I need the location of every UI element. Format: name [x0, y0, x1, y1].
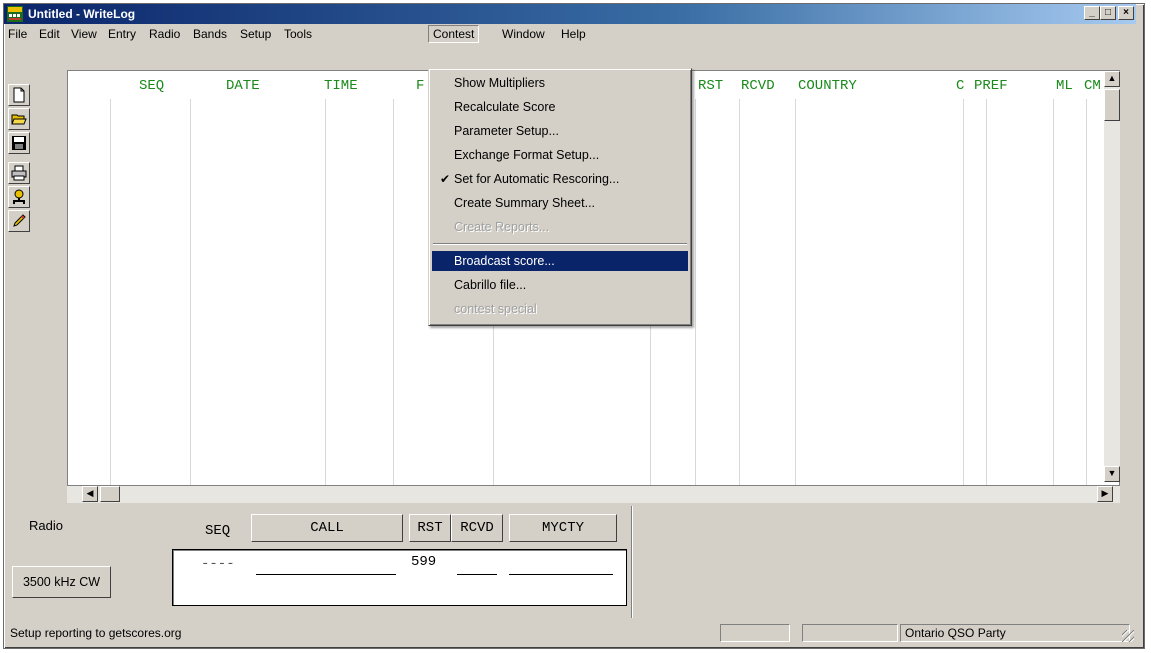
grid-line [325, 99, 326, 485]
rst-value[interactable]: 599 [411, 554, 436, 570]
col-country[interactable]: COUNTRY [798, 78, 857, 94]
col-rst[interactable]: RST [698, 78, 723, 94]
field-call-button[interactable]: CALL [251, 514, 403, 542]
scroll-up-icon[interactable]: ▲ [1104, 71, 1120, 87]
status-pane-2 [802, 624, 898, 642]
menu-cabrillo-file[interactable]: Cabrillo file... [432, 275, 688, 295]
col-cm[interactable]: CM [1084, 78, 1101, 94]
seq-value: ---- [201, 556, 235, 572]
menu-edit[interactable]: Edit [35, 25, 64, 43]
grid-line [1086, 99, 1087, 485]
status-pane-1 [720, 624, 790, 642]
col-time[interactable]: TIME [324, 78, 358, 94]
menu-file[interactable]: File [4, 25, 31, 43]
col-date[interactable]: DATE [226, 78, 260, 94]
field-rcvd-button[interactable]: RCVD [451, 514, 503, 542]
col-pref[interactable]: PREF [974, 78, 1008, 94]
col-seq[interactable]: SEQ [139, 78, 164, 94]
menu-contest[interactable]: Contest [428, 25, 480, 43]
call-input[interactable] [256, 574, 396, 575]
menu-bands[interactable]: Bands [189, 25, 231, 43]
window-title: Untitled - WriteLog [28, 7, 136, 21]
scroll-left-icon[interactable]: ◀ [82, 486, 98, 502]
menu-show-multipliers[interactable]: Show Multipliers [432, 73, 688, 93]
status-contest-name: Ontario QSO Party [900, 624, 1130, 642]
horizontal-scrollbar[interactable]: ◀ ▶ [67, 486, 1120, 503]
menu-separator [433, 243, 687, 245]
grid-line [1053, 99, 1054, 485]
grid-line [190, 99, 191, 485]
menu-contest-special: contest special [454, 302, 537, 316]
menu-view[interactable]: View [67, 25, 101, 43]
status-bar: Setup reporting to getscores.org Ontario… [4, 622, 1136, 644]
menu-bar: File Edit View Entry Radio Bands Setup T… [4, 25, 1136, 43]
checkmark-icon: ✔ [440, 172, 451, 186]
pencil-icon[interactable] [8, 210, 30, 232]
save-disk-icon[interactable] [8, 132, 30, 154]
qso-entry-box[interactable]: ---- 599 [172, 549, 627, 606]
col-freq[interactable]: F [416, 78, 424, 94]
radio-frequency-button[interactable]: 3500 kHz CW [12, 566, 111, 598]
col-rcvd[interactable]: RCVD [741, 78, 775, 94]
grid-line [110, 99, 111, 485]
maximize-button[interactable]: □ [1100, 6, 1116, 20]
menu-help[interactable]: Help [557, 25, 590, 43]
col-c[interactable]: C [956, 78, 964, 94]
vertical-scrollbar[interactable]: ▲ ▼ [1104, 71, 1120, 482]
radio-label: Radio [29, 518, 63, 533]
title-bar[interactable]: Untitled - WriteLog _ □ × [4, 4, 1136, 24]
rcvd-input[interactable] [457, 574, 497, 575]
menu-automatic-rescoring[interactable]: ✔ Set for Automatic Rescoring... [432, 169, 688, 189]
mycty-input[interactable] [509, 574, 613, 575]
grid-line [795, 99, 796, 485]
col-ml[interactable]: ML [1056, 78, 1073, 94]
field-mycty-button[interactable]: MYCTY [509, 514, 617, 542]
menu-window[interactable]: Window [498, 25, 549, 43]
menu-radio[interactable]: Radio [145, 25, 184, 43]
new-file-icon[interactable] [8, 84, 30, 106]
scroll-down-icon[interactable]: ▼ [1104, 466, 1120, 482]
menu-entry[interactable]: Entry [104, 25, 140, 43]
grid-line [986, 99, 987, 485]
printer-icon[interactable] [8, 162, 30, 184]
menu-create-summary-sheet[interactable]: Create Summary Sheet... [432, 193, 688, 213]
close-button[interactable]: × [1118, 6, 1134, 20]
resize-grip-icon[interactable] [1122, 630, 1134, 642]
panel-divider [631, 506, 633, 618]
left-toolbar [6, 76, 32, 281]
grid-line [695, 99, 696, 485]
grid-line [963, 99, 964, 485]
status-message: Setup reporting to getscores.org [10, 626, 182, 640]
contest-menu: Show Multipliers Recalculate Score Param… [428, 68, 692, 326]
grid-line [739, 99, 740, 485]
menu-recalculate-score[interactable]: Recalculate Score [432, 97, 688, 117]
seq-label: SEQ [205, 523, 231, 539]
minimize-button[interactable]: _ [1084, 6, 1100, 20]
app-icon [7, 6, 23, 22]
grid-line [393, 99, 394, 485]
menu-setup[interactable]: Setup [236, 25, 275, 43]
scroll-thumb-horizontal[interactable] [100, 486, 120, 502]
scroll-right-icon[interactable]: ▶ [1097, 486, 1113, 502]
menu-broadcast-score[interactable]: Broadcast score... [432, 251, 688, 271]
field-rst-button[interactable]: RST [409, 514, 451, 542]
operator-icon[interactable] [8, 186, 30, 208]
scroll-thumb[interactable] [1104, 89, 1120, 121]
menu-parameter-setup[interactable]: Parameter Setup... [432, 121, 688, 141]
menu-exchange-format-setup[interactable]: Exchange Format Setup... [432, 145, 688, 165]
menu-create-reports: Create Reports... [454, 220, 550, 234]
menu-tools[interactable]: Tools [280, 25, 316, 43]
open-folder-icon[interactable] [8, 108, 30, 130]
